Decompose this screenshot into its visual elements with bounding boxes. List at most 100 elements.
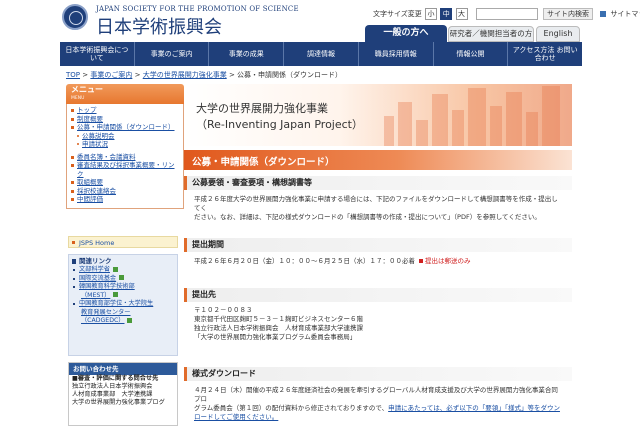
- related-link-korea-mest-cont[interactable]: （MEST）: [72, 292, 174, 301]
- tab-researchers[interactable]: 研究者／機関担当者の方へ: [448, 26, 534, 52]
- font-size-large-button[interactable]: 大: [455, 8, 468, 20]
- org-name-japanese[interactable]: 日本学術振興会: [96, 13, 222, 39]
- nav-programs[interactable]: 事業のご案内: [135, 42, 210, 66]
- breadcrumb-project[interactable]: 大学の世界展開力強化事業: [143, 71, 227, 79]
- address-line: 〒１０２－００８３: [194, 306, 253, 314]
- forms-instruction-link[interactable]: 申請にあたっては、必ず以下の「要領」「様式」等をダウン: [388, 404, 560, 412]
- font-size-label: 文字サイズ変更: [373, 10, 422, 18]
- nav-results[interactable]: 事業の成果: [209, 42, 285, 66]
- forms-text-plain: グラム委員会（第１回）の配付資料から修正されておりますので、: [194, 404, 389, 412]
- forms-download-text: ４月２４日（木）開催の平成２６年度経済社会の発展を牽引するグローバル人材育成支援…: [194, 386, 564, 422]
- guidelines-text-line: ださい。なお、詳細は、下記の様式ダウンロードの「構想調書等の作成・提出について」…: [194, 213, 541, 221]
- sitemap-icon: [600, 11, 607, 17]
- external-link-icon: [127, 317, 133, 323]
- tab-general-public[interactable]: 一般の方へ: [365, 25, 447, 42]
- page-title: 公募・申請関係（ダウンロード）: [192, 157, 335, 168]
- page: JAPAN SOCIETY FOR THE PROMOTION OF SCIEN…: [0, 0, 640, 426]
- contact-box: お問い合わせ先 ■審査・評価に関する問合せ先 独立行政法人日本学術振興会 人材育…: [68, 362, 178, 426]
- breadcrumb-programs[interactable]: 事業のご案内: [90, 71, 132, 79]
- related-link-label: （MEST）: [81, 291, 111, 299]
- contact-line: 独立行政法人日本学術振興会: [72, 383, 153, 390]
- nav-access-contact[interactable]: アクセス方法 お問い合わせ: [508, 42, 582, 66]
- sidebar-menu-list: トップ 制度概要 公募・申請関係（ダウンロード） 公募説明会 申請状況 委員名簿…: [66, 104, 184, 209]
- sidebar-item-committee[interactable]: 委員名簿・会議資料: [70, 153, 180, 162]
- related-link-mext[interactable]: 文部科学省: [72, 266, 174, 275]
- banner-decoration: [452, 110, 464, 146]
- banner-decoration: [506, 92, 522, 146]
- forms-instruction-link-cont[interactable]: ロードしてご使用ください。: [194, 413, 278, 421]
- nav-disclosure[interactable]: 情報公開: [434, 42, 509, 66]
- external-link-icon: [119, 275, 125, 280]
- related-link-label: 中国教育部学位・大学院生: [79, 300, 154, 307]
- banner-decoration: [490, 106, 502, 146]
- utility-bar: 文字サイズ変更 小 中 大 サイト内検索 サイトマップ: [373, 8, 640, 20]
- related-links-title: 関連リンク: [72, 257, 174, 266]
- breadcrumb-top[interactable]: TOP: [66, 71, 80, 79]
- project-banner: 大学の世界展開力強化事業 （Re-Inventing Japan Project…: [184, 84, 572, 146]
- sidebar-menu-title: メニュー: [71, 85, 103, 94]
- banner-decoration: [416, 120, 428, 146]
- breadcrumb-separator: >: [228, 71, 235, 79]
- breadcrumb-separator: >: [134, 71, 141, 79]
- submission-period-dates: 平成２６年６月２０日（金）１０：００～６月２５日（水）１７：００必着: [194, 257, 415, 265]
- main-navigation: 日本学術振興会について 事業のご案内 事業の成果 調達情報 職員採用情報 情報公…: [60, 42, 582, 66]
- related-link-china-cdgdc[interactable]: 中国教育部学位・大学院生: [72, 300, 174, 309]
- contact-line: 大学の世界展開力強化事業プログ: [72, 399, 165, 406]
- sidebar-item-overview[interactable]: 制度概要: [70, 115, 180, 124]
- jsps-logo-icon[interactable]: [62, 4, 88, 30]
- submission-method-note: 提出は郵送のみ: [425, 257, 471, 265]
- related-link-china-cdgdc-cont[interactable]: 教育発展センター: [72, 309, 174, 318]
- contact-line: ■審査・評価に関する問合せ先: [72, 375, 159, 382]
- submission-period-text: 平成２６年６月２０日（金）１０：００～６月２５日（水）１７：００必着 提出は郵送の…: [194, 257, 564, 266]
- sidebar-menu-subtitle: MENU: [71, 96, 85, 101]
- notice-icon: [419, 259, 423, 263]
- related-link-japan-foundation[interactable]: 国際交流基金: [72, 275, 174, 284]
- guidelines-text: 平成２６年度大学の世界展開力強化事業に申請する場合には、下記のファイルをダウンロ…: [194, 195, 564, 222]
- contact-title: お問い合わせ先: [69, 363, 177, 375]
- banner-decoration: [526, 112, 538, 146]
- related-link-china-cdgdc-cont2[interactable]: （CADGEDC）: [72, 317, 174, 326]
- org-name-english[interactable]: JAPAN SOCIETY FOR THE PROMOTION OF SCIEN…: [96, 5, 299, 13]
- related-link-korea-mest[interactable]: 韓国教育科学技術部: [72, 283, 174, 292]
- font-size-medium-button[interactable]: 中: [440, 8, 453, 20]
- nav-about[interactable]: 日本学術振興会について: [60, 42, 135, 66]
- related-link-label: 文部科学省: [79, 266, 110, 273]
- tab-english[interactable]: English: [536, 26, 580, 42]
- external-link-icon: [112, 266, 118, 272]
- sitemap-link[interactable]: サイトマップ: [610, 9, 640, 19]
- heading-forms-download: 様式ダウンロード: [184, 367, 572, 381]
- guidelines-text-line: 平成２６年度大学の世界展開力強化事業に申請する場合には、下記のファイルをダウンロ…: [194, 195, 558, 212]
- sidebar-item-results[interactable]: 審査結果及び採択事業概要・リンク: [70, 161, 180, 178]
- related-link-label: 国際交流基金: [79, 274, 117, 282]
- sidebar-item-initiatives[interactable]: 取組概要: [70, 178, 180, 187]
- site-header: JAPAN SOCIETY FOR THE PROMOTION OF SCIEN…: [0, 0, 640, 52]
- jsps-home-link[interactable]: JSPS Home: [68, 236, 178, 248]
- sidebar-item-interim-evaluation[interactable]: 中間評価: [70, 195, 180, 204]
- site-search-button[interactable]: サイト内検索: [542, 8, 593, 20]
- forms-text-line: ロードしてご使用ください。: [194, 413, 564, 422]
- sidebar-item-top[interactable]: トップ: [70, 106, 180, 115]
- sidebar: メニュー MENU トップ 制度概要 公募・申請関係（ダウンロード） 公募説明会…: [66, 84, 184, 426]
- contact-line: 人材育成事業部 大学連携課: [72, 391, 153, 398]
- forms-text-line: ４月２４日（木）開催の平成２６年度経済社会の発展を牽引するグローバル人材育成支援…: [194, 386, 558, 403]
- breadcrumb-current: 公募・申請関係（ダウンロード）: [237, 71, 343, 79]
- sidebar-item-application-download[interactable]: 公募・申請関係（ダウンロード）: [70, 123, 180, 132]
- sidebar-item-briefing[interactable]: 公募説明会: [70, 132, 180, 141]
- heading-guidelines: 公募要領・審査要項・構想調書等: [184, 176, 572, 190]
- breadcrumb-separator: >: [82, 71, 89, 79]
- site-search-input[interactable]: [475, 8, 538, 20]
- banner-decoration: [468, 88, 486, 146]
- heading-submission-address: 提出先: [184, 288, 572, 302]
- address-line: 独立行政法人日本学術振興会 人材育成事業部大学連携課: [194, 324, 363, 332]
- sidebar-item-application-status[interactable]: 申請状況: [70, 140, 180, 149]
- address-line: 「大学の世界展開力強化事業プログラム委員会事務局」: [194, 333, 357, 341]
- submission-address: 〒１０２－００８３ 東京都千代田区麹町５－３－１麹町ビジネスセンター６階 独立行…: [194, 306, 564, 342]
- related-link-label: （CADGEDC）: [81, 317, 125, 324]
- related-link-label: 韓国教育科学技術部: [79, 283, 135, 290]
- nav-recruitment[interactable]: 職員採用情報: [359, 42, 434, 66]
- sidebar-item-liaison[interactable]: 採択校連絡会: [70, 187, 180, 196]
- nav-procurement[interactable]: 調達情報: [284, 42, 359, 66]
- banner-subtitle: （Re-Inventing Japan Project）: [196, 118, 363, 131]
- related-link-label: 教育発展センター: [81, 308, 131, 316]
- font-size-small-button[interactable]: 小: [425, 8, 438, 20]
